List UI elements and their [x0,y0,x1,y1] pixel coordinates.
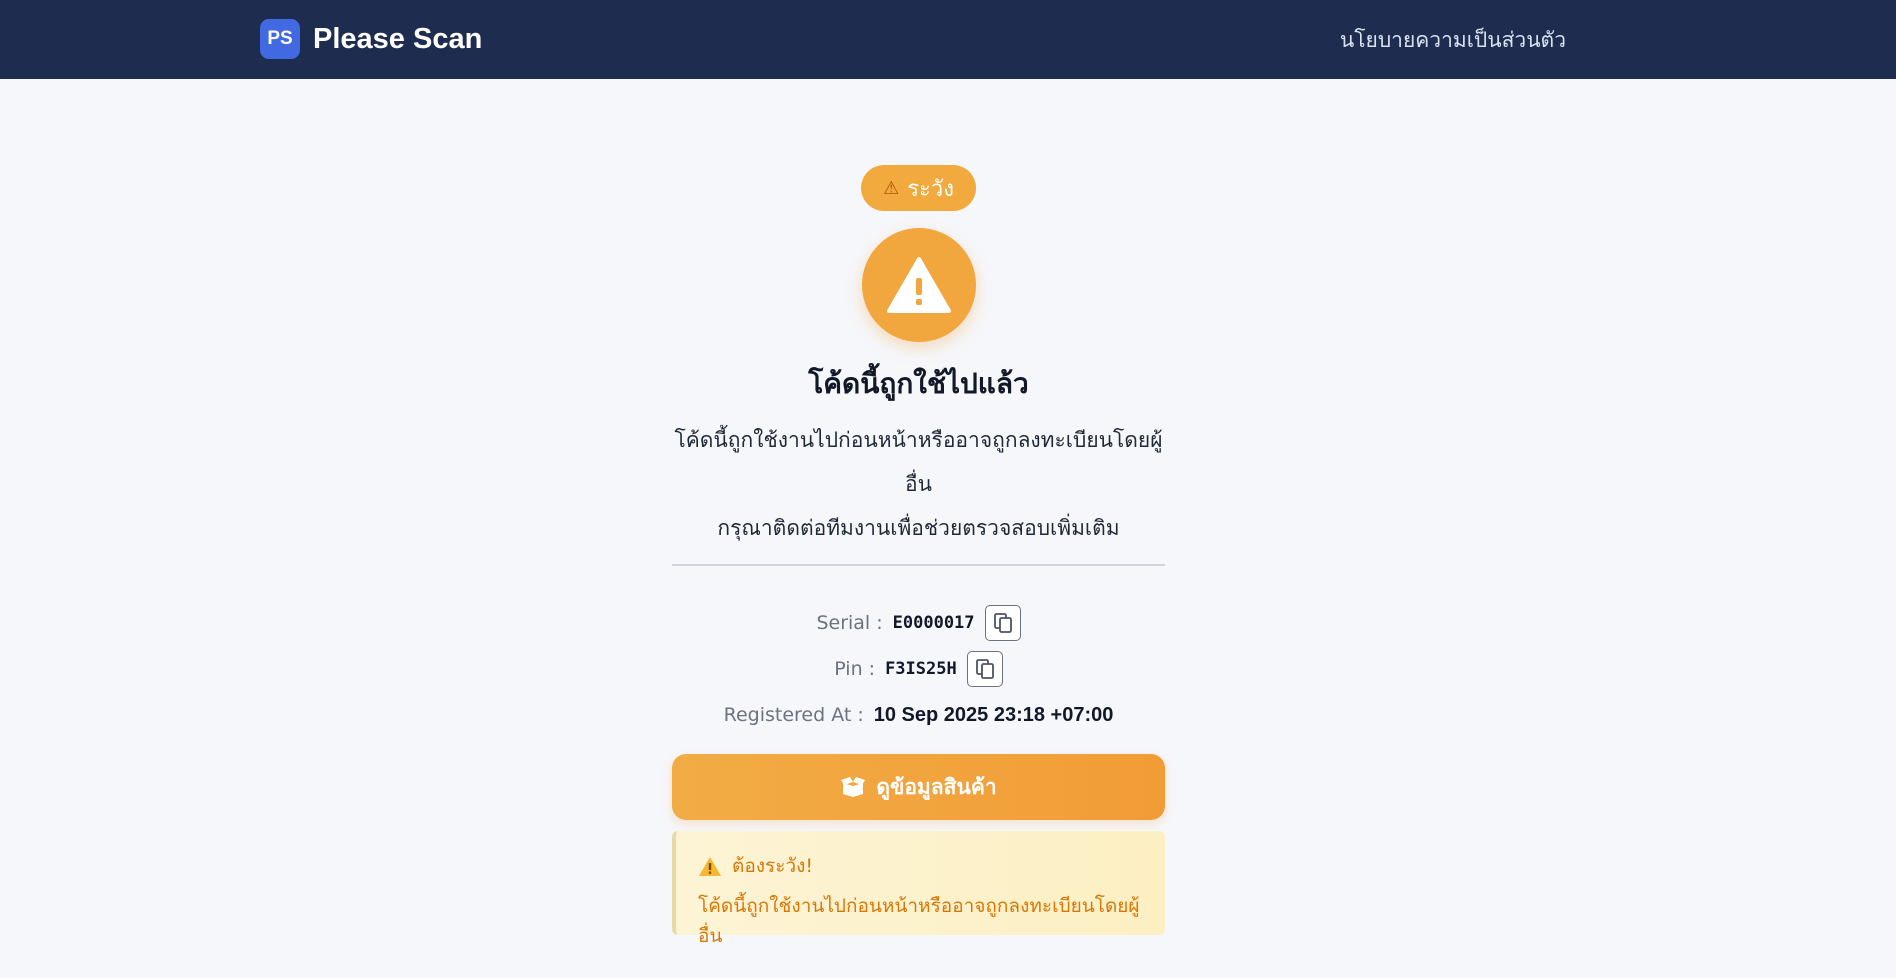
copy-serial-button[interactable] [984,605,1021,641]
box-open-icon [841,777,866,797]
view-product-button[interactable]: ดูข้อมูลสินค้า [672,754,1165,820]
result-card: ⚠ ระวัง โค้ดนี้ถูกใช้ไปแล้ว โค้ดนี้ถูกใช… [672,165,1165,947]
copy-icon [975,659,994,679]
code-details: Serial : E0000017 Pin : F3IS25H Register… [724,600,1114,738]
pin-value: F3IS25H [885,659,957,679]
warning-icon: ⚠ [883,177,900,199]
alert-title: ต้องระวัง! [732,855,814,877]
registered-label: Registered At : [723,704,864,726]
status-description: โค้ดนี้ถูกใช้งานไปก่อนหน้าหรืออาจถูกลงทะ… [672,418,1165,550]
serial-value: E0000017 [892,613,975,633]
serial-label: Serial : [816,612,883,634]
description-line-1: โค้ดนี้ถูกใช้งานไปก่อนหน้าหรืออาจถูกลงทะ… [674,428,1163,496]
brand-logo: PS [260,19,300,59]
status-badge: ⚠ ระวัง [861,165,976,211]
status-badge-label: ระวัง [907,176,954,202]
pin-row: Pin : F3IS25H [834,646,1003,692]
alert-warning-icon [699,856,721,876]
alert-title-row: ต้องระวัง! [698,851,1143,881]
warning-triangle-icon [861,228,976,342]
warning-alert: ต้องระวัง! โค้ดนี้ถูกใช้งานไปก่อนหน้าหรื… [672,831,1165,947]
page-title: โค้ดนี้ถูกใช้ไปแล้ว [808,367,1029,400]
divider [672,564,1165,566]
privacy-policy-link[interactable]: นโยบายความเป็นส่วนตัว [1340,24,1566,57]
copy-pin-button[interactable] [966,651,1003,687]
registered-row: Registered At : 10 Sep 2025 23:18 +07:00 [724,692,1114,738]
brand-name: Please Scan [313,22,483,55]
brand[interactable]: PS Please Scan [260,19,482,59]
view-product-label: ดูข้อมูลสินค้า [876,774,997,799]
description-line-2: กรุณาติดต่อทีมงานเพื่อช่วยตรวจสอบเพิ่มเต… [717,516,1120,540]
serial-row: Serial : E0000017 [816,600,1021,646]
top-navbar: PS Please Scan นโยบายความเป็นส่วนตัว [0,0,1896,79]
alert-message: โค้ดนี้ถูกใช้งานไปก่อนหน้าหรืออาจถูกลงทะ… [698,895,1140,947]
registered-value: 10 Sep 2025 23:18 +07:00 [873,703,1114,726]
pin-label: Pin : [834,658,876,680]
copy-icon [993,613,1012,633]
